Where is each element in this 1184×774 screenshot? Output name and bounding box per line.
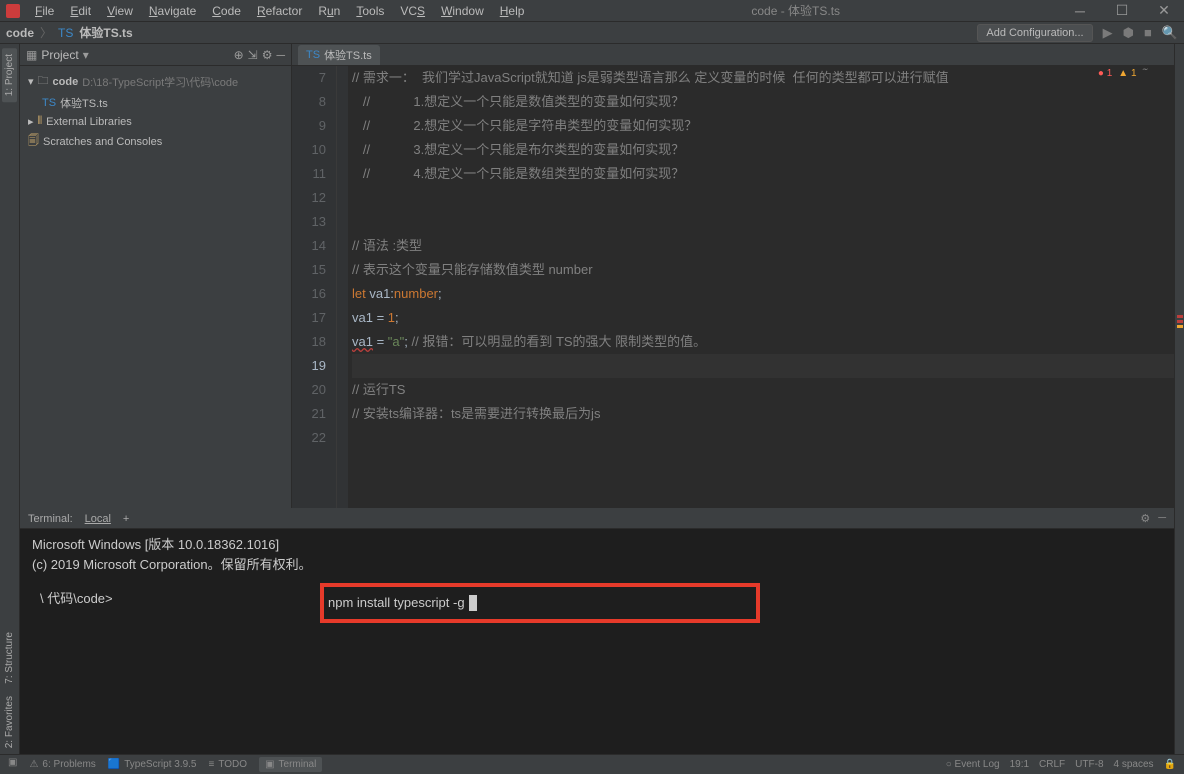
maximize-button[interactable]: ☐ [1102,2,1142,19]
editor-tab-label: 体验TS.ts [324,47,372,63]
library-icon: ⫴ [38,115,43,128]
app-logo-icon [6,4,20,18]
add-configuration-button[interactable]: Add Configuration... [977,24,1092,42]
left-tool-strip: 1: Project 7: Structure 2: Favorites [0,44,20,754]
gear-icon[interactable]: ⚙ [262,48,273,62]
terminal-line: (c) 2019 Microsoft Corporation。保留所有权利。 [32,555,1162,575]
project-name: code [53,76,79,88]
status-position[interactable]: 19:1 [1010,759,1029,770]
hide-icon[interactable]: ─ [276,48,285,62]
menu-navigate[interactable]: Navigate [142,2,203,20]
editor-tab[interactable]: TS 体验TS.ts [298,45,380,65]
terminal-command: npm install typescript -g [328,593,465,613]
menu-edit[interactable]: Edit [63,2,98,20]
status-event-log[interactable]: ○ Event Log [946,759,1000,770]
ts-file-icon: TS [42,97,56,109]
search-icon[interactable]: 🔍 [1162,25,1178,41]
scratches-label: Scratches and Consoles [43,136,162,148]
code-content[interactable]: // 需求一： 我们学过JavaScript就知道 js是弱类型语言那么 定义变… [348,66,1174,508]
sidebar-title: Project [41,48,78,62]
status-terminal[interactable]: ▣ Terminal [259,757,322,772]
folder-icon: 🗀 [38,72,49,91]
locate-icon[interactable]: ⊕ [234,48,244,62]
run-icon[interactable]: ▶ [1103,25,1113,41]
close-button[interactable]: ✕ [1144,2,1184,19]
chevron-right-icon: ▸ [28,115,34,128]
status-crlf[interactable]: CRLF [1039,759,1065,770]
inspection-badges[interactable]: ● 1 ▲ 1 ˆ ˇ [1098,68,1146,79]
status-spaces[interactable]: 4 spaces [1114,759,1154,770]
ts-file-icon: TS [306,49,320,61]
chevron-right-icon: 〉 [40,24,52,41]
status-bar: ▣ ⚠ 6: Problems 🟦 TypeScript 3.9.5 ≡ TOD… [0,754,1184,774]
tool-tab-project[interactable]: 1: Project [2,48,17,102]
error-marker[interactable] [1177,315,1183,318]
warning-badge: ▲ 1 [1118,68,1136,79]
minimize-button[interactable]: ─ [1060,3,1100,19]
terminal-prompt: \ 代码\code> [40,589,113,609]
menu-tools[interactable]: Tools [349,2,391,20]
menu-refactor[interactable]: Refactor [250,2,309,20]
terminal-tab-local[interactable]: Local [85,513,111,525]
file-icon: TS [58,26,73,40]
menu-help[interactable]: Help [493,2,532,20]
breadcrumb-file[interactable]: 体验TS.ts [79,24,132,41]
breadcrumb[interactable]: code 〉 TS 体验TS.ts [6,24,133,41]
terminal-cursor [469,595,477,611]
status-typescript[interactable]: 🟦 TypeScript 3.9.5 [108,757,197,772]
editor-tabs: TS 体验TS.ts [292,44,1174,66]
terminal-header-title: Terminal: [28,513,73,525]
tree-external-libraries[interactable]: ▸ ⫴ External Libraries [20,113,291,130]
terminal-command-highlight: npm install typescript -g [320,583,760,623]
file-label: 体验TS.ts [60,95,108,111]
collapse-icon[interactable]: ⇲ [248,48,258,62]
tool-tab-favorites[interactable]: 2: Favorites [2,690,17,754]
stop-icon[interactable]: ■ [1144,25,1152,40]
status-encoding[interactable]: UTF-8 [1075,759,1103,770]
breadcrumb-root[interactable]: code [6,26,34,40]
nav-arrows-icon[interactable]: ˆ ˇ [1143,68,1146,79]
debug-icon[interactable]: ⬢ [1123,25,1134,41]
add-terminal-button[interactable]: + [123,513,129,525]
code-area[interactable]: 78910111213141516171819202122 // 需求一： 我们… [292,66,1174,508]
tree-file[interactable]: TS 体验TS.ts [20,93,291,113]
menu-run[interactable]: Run [311,2,347,20]
status-corner-icon[interactable]: ▣ [8,757,17,772]
sidebar-title-icon: ▦ [26,48,37,62]
status-todo[interactable]: ≡ TODO [209,757,248,772]
status-lock-icon[interactable]: 🔒 [1164,759,1176,770]
menu-file[interactable]: File [28,2,61,20]
scratch-icon: 🗐 [28,132,39,151]
tool-tab-structure[interactable]: 7: Structure [2,626,17,690]
tree-root[interactable]: ▾ 🗀 code D:\18-TypeScript学习\代码\code [20,70,291,93]
gutter: 78910111213141516171819202122 [292,66,336,508]
warn-marker[interactable] [1177,325,1183,328]
navigation-bar: code 〉 TS 体验TS.ts Add Configuration... ▶… [0,22,1184,44]
project-path: D:\18-TypeScript学习\代码\code [82,74,238,90]
menu-window[interactable]: Window [434,2,491,20]
chevron-down-icon: ▾ [28,75,34,88]
menu-bar: File Edit View Navigate Code Refactor Ru… [0,0,1184,22]
error-marker[interactable] [1177,320,1183,323]
menu-code[interactable]: Code [205,2,248,20]
gear-icon[interactable]: ⚙ [1140,512,1150,525]
chevron-down-icon[interactable]: ▾ [83,48,89,62]
project-sidebar: ▦ Project ▾ ⊕ ⇲ ⚙ ─ ▾ 🗀 code [20,44,292,508]
external-label: External Libraries [46,116,132,128]
terminal-body[interactable]: Microsoft Windows [版本 10.0.18362.1016] (… [20,529,1174,754]
error-badge: ● 1 [1098,68,1112,79]
terminal-line: Microsoft Windows [版本 10.0.18362.1016] [32,535,1162,555]
editor: TS 体验TS.ts 78910111213141516171819202122… [292,44,1174,508]
hide-icon[interactable]: ─ [1158,512,1166,525]
window-title: code - 体验TS.ts [533,2,1058,19]
menu-vcs[interactable]: VCS [393,2,432,20]
terminal-panel: Terminal: Local + ⚙ ─ Microsoft Windows … [20,508,1174,754]
menu-view[interactable]: View [100,2,140,20]
right-gutter [1174,44,1184,754]
status-problems[interactable]: ⚠ 6: Problems [29,757,95,772]
tree-scratches[interactable]: 🗐 Scratches and Consoles [20,130,291,153]
